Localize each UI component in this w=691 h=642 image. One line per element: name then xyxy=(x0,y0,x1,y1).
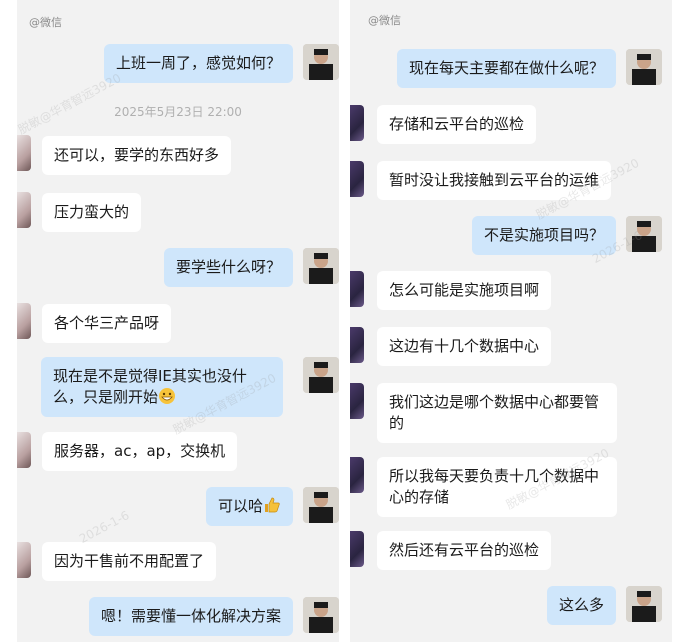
peer-avatar[interactable] xyxy=(350,161,364,197)
peer-avatar[interactable] xyxy=(17,542,31,578)
watermark-text: 2026-1-6 xyxy=(76,508,132,546)
message-bubble-incoming[interactable]: 服务器，ac，ap，交换机 xyxy=(42,432,238,471)
my-avatar[interactable] xyxy=(303,597,339,633)
timestamp: 2025年5月23日 22:00 xyxy=(114,105,242,119)
message-bubble-outgoing[interactable]: 不是实施项目吗？ xyxy=(471,216,616,255)
my-avatar[interactable] xyxy=(303,357,339,393)
message-bubble-incoming[interactable]: 暂时没让我接触到云平台的运维 xyxy=(377,161,612,200)
chat-panel-right: @微信 现在每天主要都在做什么呢？ 存储和云平台的巡检 暂时没让我接触到云平台的… xyxy=(350,0,672,642)
my-avatar[interactable] xyxy=(626,49,662,85)
message-bubble-outgoing[interactable]: 现在每天主要都在做什么呢？ xyxy=(396,49,616,88)
message-bubble-outgoing[interactable]: 上班一周了，感觉如何？ xyxy=(103,44,293,83)
message-bubble-outgoing[interactable]: 要学些什么呀？ xyxy=(163,248,293,287)
my-avatar[interactable] xyxy=(303,44,339,80)
my-avatar[interactable] xyxy=(303,487,339,523)
message-bubble-outgoing[interactable]: 嗯！需要懂一体化解决方案 xyxy=(88,597,293,636)
peer-avatar[interactable] xyxy=(350,457,364,493)
peer-avatar[interactable] xyxy=(17,303,31,339)
chat-panel-left: @微信 上班一周了，感觉如何？ 2025年5月23日 22:00 还可以，要学的… xyxy=(17,0,339,642)
my-avatar[interactable] xyxy=(303,248,339,284)
message-bubble-incoming[interactable]: 然后还有云平台的巡检 xyxy=(377,531,552,570)
message-bubble-incoming[interactable]: 压力蛮大的 xyxy=(42,193,142,232)
message-bubble-incoming[interactable]: 还可以，要学的东西好多 xyxy=(42,136,232,175)
message-bubble-outgoing[interactable]: 可以哈 xyxy=(205,487,293,526)
my-avatar[interactable] xyxy=(626,216,662,252)
peer-avatar[interactable] xyxy=(17,192,31,228)
message-bubble-incoming[interactable]: 所以我每天要负责十几个数据中心的存储 xyxy=(377,457,617,517)
message-bubble-incoming[interactable]: 怎么可能是实施项目啊 xyxy=(377,271,552,310)
peer-avatar[interactable] xyxy=(350,271,364,307)
peer-avatar[interactable] xyxy=(350,383,364,419)
message-bubble-outgoing[interactable]: 现在是不是觉得IE其实也没什么，只是刚开始 xyxy=(41,357,283,417)
message-bubble-incoming[interactable]: 存储和云平台的巡检 xyxy=(377,105,537,144)
my-avatar[interactable] xyxy=(626,586,662,622)
peer-avatar[interactable] xyxy=(350,105,364,141)
thumbs-up-emoji-icon xyxy=(265,497,280,513)
message-bubble-incoming[interactable]: 这边有十几个数据中心 xyxy=(377,327,552,366)
message-bubble-incoming[interactable]: 因为干售前不用配置了 xyxy=(42,542,217,581)
peer-avatar[interactable] xyxy=(350,327,364,363)
message-bubble-incoming[interactable]: 各个华三产品呀 xyxy=(42,304,172,343)
source-watermark: @微信 xyxy=(29,16,62,29)
message-text: 可以哈 xyxy=(217,497,263,515)
peer-avatar[interactable] xyxy=(17,135,31,171)
message-bubble-outgoing[interactable]: 这么多 xyxy=(546,586,616,625)
message-text: 现在是不是觉得IE其实也没什么，只是刚开始 xyxy=(53,367,247,406)
source-watermark: @微信 xyxy=(368,14,401,27)
message-bubble-incoming[interactable]: 我们这边是哪个数据中心都要管的 xyxy=(377,383,617,443)
peer-avatar[interactable] xyxy=(17,432,31,468)
peer-avatar[interactable] xyxy=(350,531,364,567)
grin-sweat-emoji-icon xyxy=(159,388,176,404)
